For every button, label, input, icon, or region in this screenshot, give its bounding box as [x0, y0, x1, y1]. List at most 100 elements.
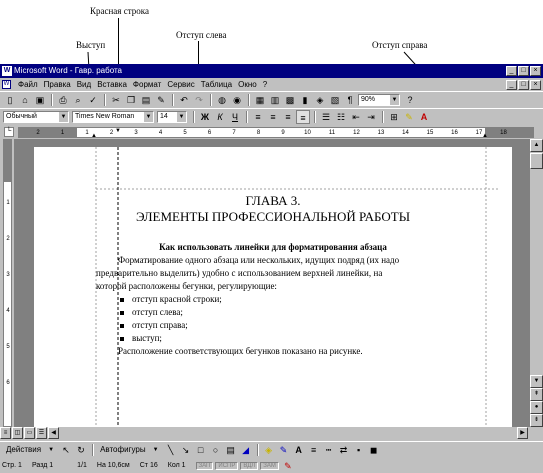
- line-color-icon[interactable]: ✎: [277, 443, 291, 457]
- bulleted-list-icon[interactable]: ☷: [334, 110, 348, 124]
- vertical-ruler-strip[interactable]: 1 2 3 4 5 6: [3, 139, 12, 427]
- save-icon[interactable]: ▣: [33, 93, 47, 107]
- menu-tools[interactable]: Сервис: [164, 80, 197, 89]
- rectangle-icon[interactable]: □: [194, 443, 208, 457]
- copy-icon[interactable]: ❐: [124, 93, 138, 107]
- scroll-down-button[interactable]: ▼: [530, 375, 543, 388]
- status-mode-trk[interactable]: ИСПР: [215, 461, 239, 470]
- zoom-select[interactable]: 90% ▼: [358, 93, 400, 106]
- preview-icon[interactable]: ⌕: [71, 93, 85, 107]
- arrow-icon[interactable]: ↘: [179, 443, 193, 457]
- docmap-icon[interactable]: ▧: [328, 93, 342, 107]
- prev-page-button[interactable]: ⇞: [530, 388, 543, 401]
- undo-icon[interactable]: ↶: [177, 93, 191, 107]
- right-indent-marker[interactable]: ▲: [482, 133, 488, 137]
- minimize-button[interactable]: _: [506, 66, 517, 76]
- print-icon[interactable]: ⎙: [56, 93, 70, 107]
- horizontal-scrollbar[interactable]: ≡ ◫ ▭ ☰ ◀ ▶: [0, 427, 543, 440]
- actions-menu[interactable]: Действия: [3, 445, 44, 454]
- line-icon[interactable]: ╲: [164, 443, 178, 457]
- align-center-icon[interactable]: ≡: [266, 110, 280, 124]
- highlight-icon[interactable]: ✎: [402, 110, 416, 124]
- size-select[interactable]: 14 ▼: [157, 110, 187, 123]
- hanging-indent-marker[interactable]: ▲: [91, 133, 97, 137]
- line-style-icon[interactable]: ≡: [307, 443, 321, 457]
- document-page[interactable]: ГЛАВА 3. ЭЛЕМЕНТЫ ПРОФЕССИОНАЛЬНОЙ РАБОТ…: [34, 147, 512, 427]
- paste-icon[interactable]: ▤: [139, 93, 153, 107]
- oval-icon[interactable]: ○: [209, 443, 223, 457]
- numbered-list-icon[interactable]: ☰: [319, 110, 333, 124]
- arrow-style-icon[interactable]: ⇄: [337, 443, 351, 457]
- first-line-indent-marker[interactable]: ▼: [115, 128, 121, 134]
- pilcrow-icon[interactable]: ¶: [343, 93, 357, 107]
- align-left-icon[interactable]: ≡: [251, 110, 265, 124]
- scroll-thumb[interactable]: [530, 153, 543, 169]
- underline-button[interactable]: Ч: [228, 110, 242, 124]
- table-icon[interactable]: ▦: [253, 93, 267, 107]
- menu-edit[interactable]: Правка: [41, 80, 74, 89]
- web-icon[interactable]: ◉: [230, 93, 244, 107]
- wordart-icon[interactable]: ◢: [239, 443, 253, 457]
- redo-icon[interactable]: ↷: [192, 93, 206, 107]
- document-icon[interactable]: W: [2, 80, 11, 89]
- autoshapes-menu[interactable]: Автофигуры: [97, 445, 149, 454]
- menu-window[interactable]: Окно: [235, 80, 260, 89]
- align-right-icon[interactable]: ≡: [281, 110, 295, 124]
- status-mode-rec[interactable]: ЗАП: [195, 461, 214, 470]
- decrease-indent-icon[interactable]: ⇤: [349, 110, 363, 124]
- style-select[interactable]: Обычный ▼: [3, 110, 69, 123]
- tab-selector-icon[interactable]: └: [4, 127, 14, 137]
- menu-file[interactable]: Файл: [15, 80, 41, 89]
- font-color-draw-icon[interactable]: A: [292, 443, 306, 457]
- status-mode-ext[interactable]: ВДЛ: [240, 461, 259, 470]
- increase-indent-icon[interactable]: ⇥: [364, 110, 378, 124]
- justify-icon[interactable]: ≡: [296, 109, 310, 124]
- 3d-icon[interactable]: ◼: [367, 443, 381, 457]
- drawing-icon[interactable]: ◈: [313, 93, 327, 107]
- italic-button[interactable]: К: [213, 110, 227, 124]
- close-button[interactable]: ×: [530, 66, 541, 76]
- doc-minimize-button[interactable]: _: [506, 79, 517, 90]
- menu-view[interactable]: Вид: [74, 80, 94, 89]
- web-view-button[interactable]: ◫: [12, 427, 23, 439]
- borders-icon[interactable]: ⊞: [387, 110, 401, 124]
- normal-view-button[interactable]: ≡: [0, 427, 11, 439]
- new-doc-icon[interactable]: ▯: [3, 93, 17, 107]
- select-objects-icon[interactable]: ↖: [59, 443, 73, 457]
- hyperlink-icon[interactable]: ◍: [215, 93, 229, 107]
- scroll-right-button[interactable]: ▶: [517, 427, 528, 439]
- maximize-button[interactable]: □: [518, 66, 529, 76]
- textbox-icon[interactable]: ▤: [224, 443, 238, 457]
- columns-icon[interactable]: ▮: [298, 93, 312, 107]
- format-painter-icon[interactable]: ✎: [154, 93, 168, 107]
- horizontal-ruler[interactable]: 2 1 1 2 3 4 5 6 7 8 9 10 11 12 13 14 15 16 17 18 ▼ ▲ ▲: [18, 127, 534, 138]
- doc-close-button[interactable]: ×: [530, 79, 541, 90]
- dash-style-icon[interactable]: ┅: [322, 443, 336, 457]
- spelling-status-icon[interactable]: ✎: [281, 459, 295, 473]
- page-view-button[interactable]: ▭: [24, 427, 35, 439]
- menu-help[interactable]: ?: [260, 80, 270, 89]
- doc-restore-button[interactable]: □: [518, 79, 529, 90]
- menu-insert[interactable]: Вставка: [94, 80, 130, 89]
- font-select[interactable]: Times New Roman ▼: [72, 110, 154, 123]
- excel-icon[interactable]: ▩: [283, 93, 297, 107]
- status-mode-ovr[interactable]: ЗАМ: [260, 461, 279, 470]
- open-icon[interactable]: ⌂: [18, 93, 32, 107]
- help-icon[interactable]: ?: [403, 93, 417, 107]
- spell-icon[interactable]: ✓: [86, 93, 100, 107]
- outline-view-button[interactable]: ☰: [36, 427, 47, 439]
- bold-button[interactable]: Ж: [198, 110, 212, 124]
- free-rotate-icon[interactable]: ↻: [74, 443, 88, 457]
- scroll-left-button[interactable]: ◀: [48, 427, 59, 439]
- menu-table[interactable]: Таблица: [198, 80, 235, 89]
- menu-format[interactable]: Формат: [130, 80, 164, 89]
- insert-table-icon[interactable]: ▥: [268, 93, 282, 107]
- vertical-scrollbar[interactable]: ▲ ▼ ⇞ ● ⇟: [530, 139, 543, 427]
- font-color-icon[interactable]: A: [417, 110, 431, 124]
- fill-color-icon[interactable]: ◈: [262, 443, 276, 457]
- shadow-icon[interactable]: ▪: [352, 443, 366, 457]
- cut-icon[interactable]: ✂: [109, 93, 123, 107]
- next-page-button[interactable]: ⇟: [530, 414, 543, 427]
- select-browse-object-button[interactable]: ●: [530, 401, 543, 414]
- scroll-up-button[interactable]: ▲: [530, 139, 543, 152]
